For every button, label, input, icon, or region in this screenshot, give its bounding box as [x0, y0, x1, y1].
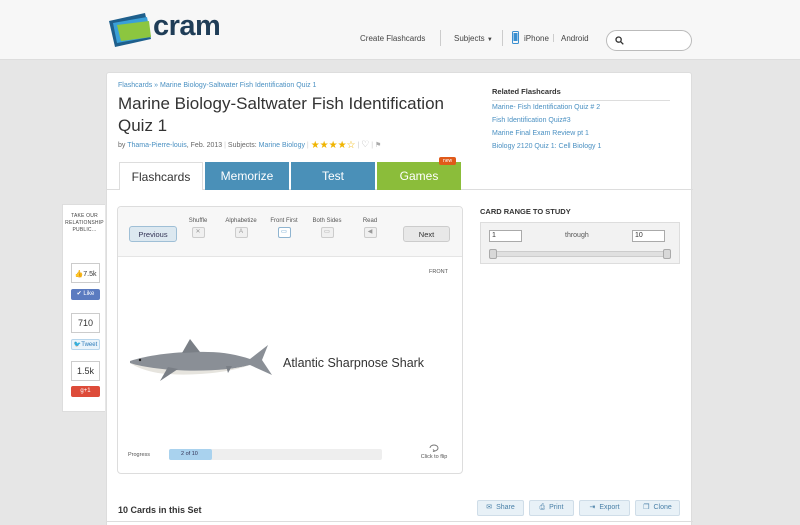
- google-plus-button[interactable]: g+1: [71, 386, 100, 397]
- range-slider-end-handle[interactable]: [663, 249, 671, 259]
- set-meta: by Thama-Pierre-louis, Feb. 2013 | Subje…: [118, 139, 382, 151]
- facebook-like-count: 👍7.5k: [71, 263, 100, 283]
- android-link[interactable]: Android: [561, 34, 589, 43]
- envelope-icon: ✉: [486, 504, 493, 511]
- flag-icon[interactable]: ⚑: [375, 142, 381, 149]
- progress-text: 2 of 10: [181, 451, 198, 457]
- check-icon: ✔: [76, 291, 82, 297]
- range-to-input[interactable]: 10: [632, 230, 665, 242]
- nav-divider: [440, 30, 441, 46]
- range-slider-start-handle[interactable]: [489, 249, 497, 259]
- flashcard-player: Previous Shuffle ✕ Alphabetize A Front F…: [117, 206, 463, 474]
- search-icon: [615, 36, 624, 45]
- cards-count: 10 Cards in this Set: [118, 505, 202, 515]
- read-toggle[interactable]: Read ◀: [350, 218, 390, 238]
- tab-flashcards[interactable]: Flashcards: [119, 162, 203, 190]
- share-button[interactable]: ✉ Share: [477, 500, 524, 516]
- google-plus-count: 1.5k: [71, 361, 100, 381]
- nav-divider: [553, 34, 554, 42]
- range-through-label: through: [565, 232, 589, 239]
- related-item[interactable]: Fish Identification Quiz#3: [492, 117, 571, 124]
- previous-button[interactable]: Previous: [129, 226, 177, 242]
- related-flashcards-title: Related Flashcards: [492, 87, 561, 96]
- phone-icon: [512, 31, 519, 44]
- flip-card-button[interactable]: Click to flip: [416, 444, 452, 460]
- social-share-sidebar: TAKE OUR RELATIONSHIP PUBLIC... 👍7.5k ✔ …: [62, 204, 105, 412]
- subject-link[interactable]: Marine Biology: [259, 142, 305, 149]
- speaker-icon: ◀: [363, 227, 377, 238]
- facebook-like-button[interactable]: ✔ Like: [71, 289, 100, 300]
- subjects-label: Subjects: [454, 34, 485, 43]
- breadcrumb[interactable]: Flashcards » Marine Biology-Saltwater Fi…: [118, 82, 316, 89]
- alphabetize-icon: A: [234, 227, 248, 238]
- progress-bar: 2 of 10: [169, 449, 382, 460]
- shuffle-toggle[interactable]: Shuffle ✕: [178, 218, 218, 238]
- flip-icon: [429, 444, 439, 452]
- thumbs-up-icon: 👍: [74, 271, 84, 278]
- front-first-toggle[interactable]: Front First ▭: [264, 218, 304, 238]
- divider: [492, 100, 670, 101]
- logo-text[interactable]: cram: [153, 10, 221, 43]
- printer-icon: ⎙: [539, 504, 546, 511]
- both-sides-icon: ▭: [320, 227, 334, 238]
- related-item[interactable]: Marine- Fish Identification Quiz # 2: [492, 104, 600, 111]
- card-range-title: CARD RANGE TO STUDY: [480, 207, 571, 216]
- new-badge: new: [439, 157, 457, 165]
- alphabetize-toggle[interactable]: Alphabetize A: [221, 218, 261, 238]
- create-flashcards-link[interactable]: Create Flashcards: [360, 34, 425, 43]
- related-item[interactable]: Marine Final Exam Review pt 1: [492, 130, 589, 137]
- shark-image: [130, 339, 272, 381]
- social-promo-text: TAKE OUR RELATIONSHIP PUBLIC...: [65, 213, 104, 233]
- tweet-button[interactable]: 🐦Tweet: [71, 339, 100, 350]
- page-title: Marine Biology-Saltwater Fish Identifica…: [118, 94, 444, 135]
- range-from-input[interactable]: 1: [489, 230, 522, 242]
- export-button[interactable]: ⇥ Export: [579, 500, 630, 516]
- progress-label: Progress: [128, 452, 151, 458]
- tab-games[interactable]: Games: [377, 162, 461, 190]
- site-header: cram Create Flashcards Subjects ▼ iPhone…: [0, 0, 800, 60]
- nav-divider: [502, 30, 503, 46]
- card-front-icon: ▭: [277, 227, 291, 238]
- card-side-label: FRONT: [429, 269, 448, 275]
- related-item[interactable]: Biology 2120 Quiz 1: Cell Biology 1: [492, 143, 601, 150]
- rating-stars[interactable]: ★★★★☆: [311, 140, 356, 151]
- subjects-menu[interactable]: Subjects ▼: [454, 34, 493, 43]
- print-button[interactable]: ⎙ Print: [529, 500, 574, 516]
- divider: [107, 521, 693, 522]
- card-range-box: 1 through 10: [480, 222, 680, 264]
- both-sides-toggle[interactable]: Both Sides ▭: [307, 218, 347, 238]
- clone-button[interactable]: ❐ Clone: [635, 500, 680, 516]
- author-link[interactable]: Thama-Pierre-louis: [127, 142, 187, 149]
- range-slider[interactable]: [489, 249, 671, 259]
- heart-icon[interactable]: ♡: [361, 139, 369, 149]
- shuffle-icon: ✕: [191, 227, 205, 238]
- card-term[interactable]: Atlantic Sharpnose Shark: [283, 356, 424, 370]
- tweet-count: 710: [71, 313, 100, 333]
- tab-memorize[interactable]: Memorize: [205, 162, 289, 190]
- next-button[interactable]: Next: [403, 226, 450, 242]
- chevron-down-icon: ▼: [486, 37, 493, 43]
- clone-icon: ❐: [643, 504, 650, 511]
- flashcard-set-panel: Flashcards » Marine Biology-Saltwater Fi…: [106, 72, 693, 525]
- iphone-link[interactable]: iPhone: [524, 34, 549, 43]
- tab-test[interactable]: Test: [291, 162, 375, 190]
- export-icon: ⇥: [589, 504, 596, 511]
- player-toolbar: Previous Shuffle ✕ Alphabetize A Front F…: [118, 207, 462, 257]
- search-input[interactable]: [606, 30, 692, 51]
